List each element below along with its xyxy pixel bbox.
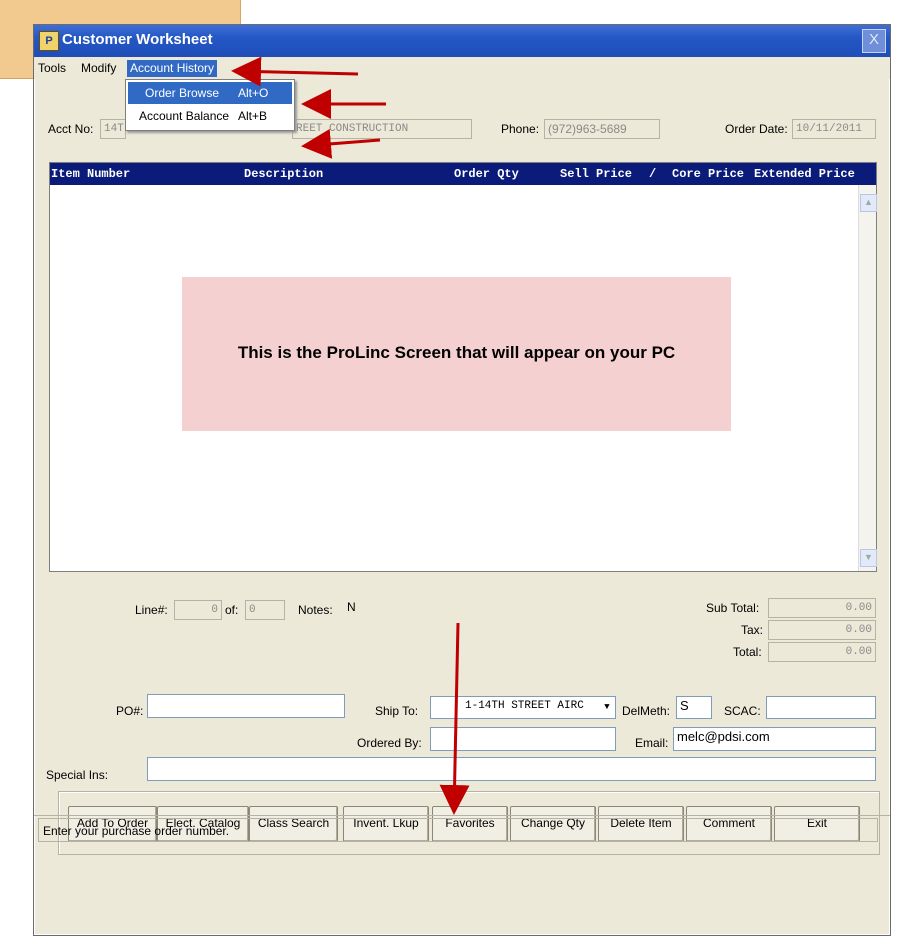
order-date-label: Order Date:	[725, 122, 788, 136]
account-history-dropdown: Order Browse Alt+O Account Balance Alt+B	[125, 79, 295, 131]
account-balance-shortcut: Alt+B	[238, 109, 268, 123]
order-browse-label: Order Browse	[145, 86, 220, 100]
col-sell-price: Sell Price	[560, 167, 633, 181]
delmeth-input[interactable]: S	[676, 696, 712, 719]
customer-worksheet-window: P Customer Worksheet X Tools Modify Acco…	[33, 24, 891, 936]
total-field: 0.00	[768, 642, 876, 662]
ordered-by-label: Ordered By:	[357, 736, 422, 750]
menu-item-account-balance[interactable]: Account Balance Alt+B	[128, 105, 292, 127]
scac-label: SCAC:	[724, 704, 761, 718]
scroll-down-icon[interactable]: ▼	[860, 549, 877, 567]
notes-value: N	[347, 600, 356, 614]
grid-header: Item Number Description Order Qty Sell P…	[50, 163, 876, 185]
close-button[interactable]: X	[862, 29, 886, 53]
po-input[interactable]	[147, 694, 345, 718]
col-core-price: Core Price	[672, 167, 745, 181]
of-field: 0	[245, 600, 285, 620]
total-label: Total:	[733, 645, 762, 659]
menu-bar: Tools Modify Account History	[34, 57, 890, 79]
acct-no-label: Acct No:	[48, 122, 94, 136]
acct-no-field[interactable]: 14T	[100, 119, 126, 139]
order-browse-shortcut: Alt+O	[238, 86, 269, 100]
app-icon: P	[39, 31, 59, 51]
chevron-down-icon[interactable]: ▼	[600, 698, 614, 717]
menu-tools[interactable]: Tools	[35, 60, 69, 77]
ordered-by-input[interactable]	[430, 727, 616, 751]
line-label: Line#:	[135, 603, 168, 617]
delmeth-label: DelMeth:	[622, 704, 671, 718]
special-ins-input[interactable]	[147, 757, 876, 781]
tax-field: 0.00	[768, 620, 876, 640]
menu-account-history[interactable]: Account History	[127, 60, 218, 77]
account-balance-label: Account Balance	[139, 109, 230, 123]
phone-field: (972)963-5689	[544, 119, 660, 139]
grid-scrollbar[interactable]: ▲ ▼	[858, 185, 877, 571]
tax-label: Tax:	[741, 623, 764, 637]
status-bar: Enter your purchase order number.	[38, 818, 878, 842]
title-bar: P Customer Worksheet X	[34, 25, 890, 57]
special-ins-label: Special Ins:	[46, 768, 109, 782]
line-field: 0	[174, 600, 222, 620]
email-input[interactable]: melc@pdsi.com	[673, 727, 876, 751]
status-divider	[34, 815, 890, 816]
menu-modify[interactable]: Modify	[78, 60, 119, 77]
notes-label: Notes:	[298, 603, 333, 617]
scroll-up-icon[interactable]: ▲	[860, 194, 877, 212]
menu-item-order-browse[interactable]: Order Browse Alt+O	[128, 82, 292, 104]
ship-to-label: Ship To:	[375, 704, 419, 718]
subtotal-label: Sub Total:	[706, 601, 760, 615]
email-label: Email:	[635, 736, 669, 750]
customer-name-field: REET CONSTRUCTION	[292, 119, 472, 139]
phone-label: Phone:	[501, 122, 540, 136]
subtotal-field: 0.00	[768, 598, 876, 618]
col-order-qty: Order Qty	[454, 167, 519, 181]
of-label: of:	[225, 603, 239, 617]
po-label: PO#:	[116, 704, 144, 718]
col-separator: /	[649, 167, 657, 181]
banner-text: This is the ProLinc Screen that will app…	[237, 343, 676, 362]
ship-to-select[interactable]: 1-14TH STREET AIRC ▼	[430, 696, 616, 719]
window-title: Customer Worksheet	[62, 31, 213, 48]
scac-input[interactable]	[766, 696, 876, 719]
ship-to-value: 1-14TH STREET AIRC	[465, 700, 584, 712]
col-description: Description	[244, 167, 324, 181]
info-banner: This is the ProLinc Screen that will app…	[182, 277, 731, 431]
col-item-number: Item Number	[51, 167, 131, 181]
col-extended-price: Extended Price	[754, 167, 855, 181]
order-date-field: 10/11/2011	[792, 119, 876, 139]
